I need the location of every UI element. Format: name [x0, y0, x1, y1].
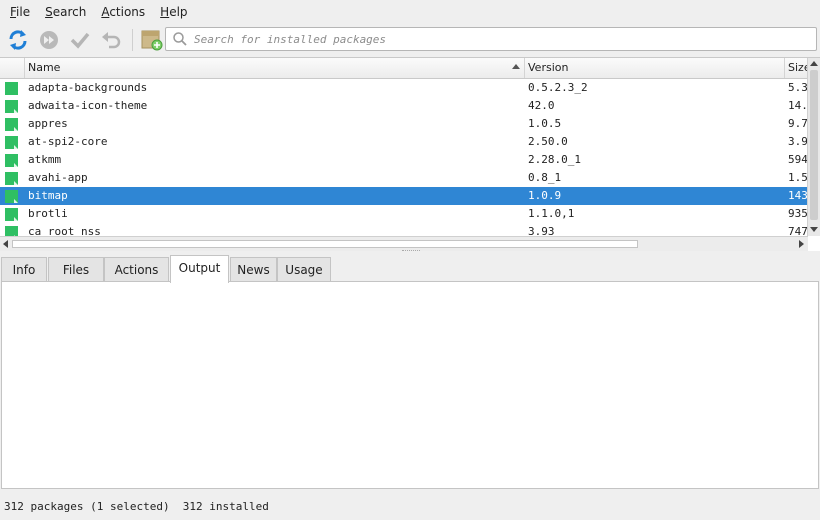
package-row[interactable]: brotli 1.1.0,1 935 [0, 205, 808, 223]
package-row[interactable]: bitmap 1.0.9 143 [0, 187, 808, 205]
package-list: Name Version Size adapta-backgrounds 0.5.… [0, 57, 820, 251]
vertical-scrollbar[interactable] [807, 58, 820, 236]
vertical-scroll-thumb[interactable] [810, 70, 818, 220]
install-local-package-button[interactable] [139, 27, 165, 53]
package-row[interactable]: avahi-app 0.8_1 1.5 [0, 169, 808, 187]
detail-tabs: Info Files Actions Output News Usage [0, 255, 820, 283]
package-row[interactable]: adapta-backgrounds 0.5.2.3_2 5.3 [0, 79, 808, 97]
package-name: at-spi2-core [28, 135, 108, 148]
search-input[interactable] [192, 31, 816, 47]
status-text: 312 packages (1 selected) 312 installed [4, 500, 269, 513]
scroll-left-icon[interactable] [3, 240, 8, 248]
package-row[interactable]: ca_root_nss 3.93 747 [0, 223, 808, 236]
scroll-right-icon[interactable] [799, 240, 804, 248]
apply-button[interactable] [67, 27, 93, 53]
package-version: 0.8_1 [528, 171, 562, 184]
package-name: brotli [28, 207, 68, 220]
package-row[interactable]: appres 1.0.5 9.7 [0, 115, 808, 133]
header-icon-column[interactable] [0, 58, 24, 78]
search-icon [173, 32, 187, 46]
header-version[interactable]: Version [524, 58, 784, 78]
menu-bar: File Search Actions Help [0, 0, 820, 24]
package-name: adapta-backgrounds [28, 81, 148, 94]
undo-icon [102, 32, 121, 49]
package-size: 14. [788, 99, 808, 112]
package-version: 1.0.9 [528, 189, 562, 202]
installed-package-icon [5, 136, 18, 149]
tab-news[interactable]: News [230, 257, 277, 282]
package-version: 1.1.0,1 [528, 207, 575, 220]
package-archive-icon [141, 30, 163, 51]
package-size: 935 [788, 207, 808, 220]
undo-button[interactable] [98, 27, 124, 53]
installed-package-icon [5, 100, 18, 113]
installed-package-icon [5, 208, 18, 221]
package-name: ca_root_nss [28, 225, 101, 236]
scroll-down-icon[interactable] [810, 227, 818, 232]
package-version: 1.0.5 [528, 117, 562, 130]
installed-package-icon [5, 190, 18, 203]
installed-package-icon [5, 172, 18, 185]
package-row[interactable]: atkmm 2.28.0_1 594 [0, 151, 808, 169]
menu-search[interactable]: Search [40, 0, 91, 24]
package-name: appres [28, 117, 68, 130]
horizontal-scrollbar[interactable] [0, 236, 808, 251]
upgrade-all-button[interactable] [36, 27, 62, 53]
menu-help[interactable]: Help [155, 0, 192, 24]
header-name[interactable]: Name [24, 58, 524, 78]
tab-files[interactable]: Files [48, 257, 104, 282]
package-row[interactable]: at-spi2-core 2.50.0 3.9 [0, 133, 808, 151]
package-size: 747 [788, 225, 808, 236]
installed-package-icon [5, 154, 18, 167]
package-version: 0.5.2.3_2 [528, 81, 588, 94]
package-row[interactable]: adwaita-icon-theme 42.0 14. [0, 97, 808, 115]
horizontal-scroll-thumb[interactable] [12, 240, 638, 248]
package-name: bitmap [28, 189, 68, 202]
package-size: 3.9 [788, 135, 808, 148]
search-box[interactable] [165, 27, 817, 51]
package-name: atkmm [28, 153, 62, 166]
toolbar [0, 24, 820, 56]
package-size: 143 [788, 189, 808, 202]
pane-resize-handle[interactable] [402, 250, 420, 254]
package-size: 9.7 [788, 117, 808, 130]
refresh-icon [9, 30, 27, 50]
sort-ascending-icon [512, 64, 520, 69]
checkmark-icon [70, 32, 90, 49]
installed-package-icon [5, 82, 18, 95]
tab-actions[interactable]: Actions [104, 257, 169, 282]
tab-usage[interactable]: Usage [277, 257, 331, 282]
package-version: 2.50.0 [528, 135, 568, 148]
package-name: adwaita-icon-theme [28, 99, 148, 112]
status-bar: 312 packages (1 selected) 312 installed [0, 496, 820, 520]
toolbar-separator [132, 29, 133, 51]
list-header: Name Version Size [0, 58, 811, 79]
package-name: avahi-app [28, 171, 88, 184]
menu-actions[interactable]: Actions [96, 0, 150, 24]
installed-package-icon [5, 226, 18, 236]
package-version: 42.0 [528, 99, 555, 112]
package-version: 3.93 [528, 225, 555, 236]
tab-info[interactable]: Info [1, 257, 47, 282]
scroll-up-icon[interactable] [810, 61, 818, 66]
package-size: 5.3 [788, 81, 808, 94]
menu-file[interactable]: File [5, 0, 35, 24]
refresh-button[interactable] [5, 27, 31, 53]
tab-output[interactable]: Output [170, 255, 229, 283]
package-size: 594 [788, 153, 808, 166]
package-size: 1.5 [788, 171, 808, 184]
package-version: 2.28.0_1 [528, 153, 581, 166]
output-panel[interactable] [1, 281, 819, 489]
fast-forward-icon [40, 31, 58, 49]
package-rows: adapta-backgrounds 0.5.2.3_2 5.3 adwaita-ic… [0, 79, 808, 236]
installed-package-icon [5, 118, 18, 131]
